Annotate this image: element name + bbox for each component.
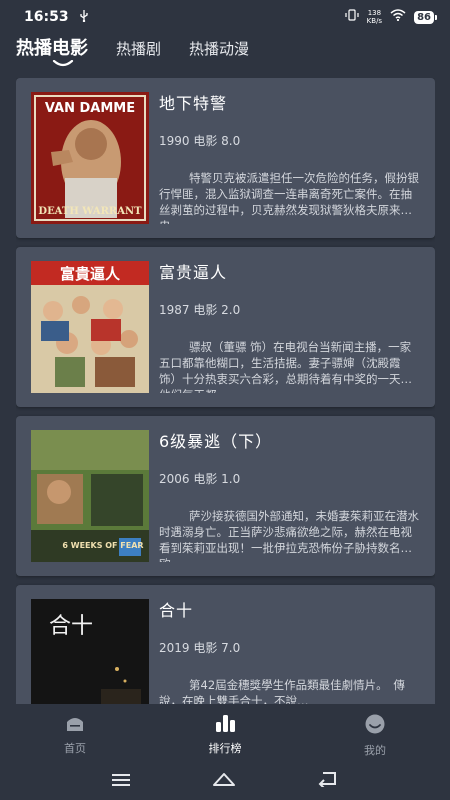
poster-text: 富貴逼人 [60, 265, 121, 283]
nav-label: 我的 [364, 744, 386, 757]
tab-hot-series[interactable]: 热播剧 [116, 36, 161, 62]
movie-title: 6级暴逃（下） [159, 432, 273, 451]
nav-profile[interactable]: 我的 [300, 704, 450, 762]
net-speed-value: 138 [367, 9, 382, 17]
category-tabs: 热播电影 热播剧 热播动漫 [0, 36, 450, 72]
tab-label: 热播动漫 [189, 40, 250, 58]
usb-icon [79, 9, 89, 25]
back-icon[interactable] [317, 771, 339, 791]
net-speed: 138 KB/s [367, 9, 382, 25]
movie-poster: 6 WEEKS OF FEAR [31, 430, 149, 562]
vibrate-icon [345, 9, 359, 25]
tab-label: 热播剧 [116, 40, 162, 58]
menu-icon[interactable] [111, 772, 131, 791]
movie-poster: 合十 [31, 599, 149, 706]
movie-title: 地下特警 [159, 94, 228, 113]
tab-active-indicator [52, 60, 74, 67]
nav-home[interactable]: 首页 [0, 704, 150, 762]
movie-card[interactable]: 合十 合十 2019 电影 7.0 第42屆金穗獎學生作品類最佳劇情片。 傳說，… [16, 585, 435, 706]
home-icon [64, 714, 86, 736]
profile-icon [364, 714, 386, 738]
movie-card[interactable]: VAN DAMME DEATH WARRANT 地下特警 1990 电影 8.0… [16, 78, 435, 238]
poster-text: VAN DAMME [45, 101, 135, 116]
home-button-icon[interactable] [212, 771, 236, 791]
bottom-nav: 首页 排行榜 我的 [0, 704, 450, 762]
movie-title: 合十 [159, 601, 194, 620]
movie-card[interactable]: 6 WEEKS OF FEAR 6级暴逃（下） 2006 电影 1.0 萨沙接获… [16, 416, 435, 576]
battery-icon: 86 [414, 10, 437, 24]
movie-description: 第42屆金穗獎學生作品類最佳劇情片。 傳說，在晚上雙手合十，不說… [159, 678, 405, 706]
tab-hot-movies[interactable]: 热播电影 [16, 36, 88, 67]
movie-meta: 1990 电影 8.0 [159, 134, 241, 148]
movie-meta: 2019 电影 7.0 [159, 641, 241, 655]
poster-text: 合十 [49, 614, 93, 639]
poster-text: 6 WEEKS OF FEAR [62, 541, 143, 550]
movie-poster: 富貴逼人 [31, 261, 149, 393]
status-bar: 16:53 138 KB/s 86 [0, 0, 450, 34]
movie-list[interactable]: VAN DAMME DEATH WARRANT 地下特警 1990 电影 8.0… [16, 78, 435, 706]
movie-meta: 2006 电影 1.0 [159, 472, 241, 486]
tab-hot-anime[interactable]: 热播动漫 [189, 36, 249, 62]
wifi-icon [390, 9, 406, 25]
tab-label: 热播电影 [16, 38, 88, 59]
system-nav-bar [0, 762, 450, 800]
nav-label: 首页 [64, 742, 86, 755]
net-speed-unit: KB/s [366, 17, 383, 25]
movie-description: 萨沙接获德国外部通知，未婚妻茱莉亚在潜水时遇溺身亡。正当萨沙悲痛欲绝之际，赫然在… [159, 509, 419, 562]
movie-poster: VAN DAMME DEATH WARRANT [31, 92, 149, 224]
status-time: 16:53 [24, 9, 69, 25]
ranking-icon [214, 714, 236, 736]
movie-card[interactable]: 富貴逼人 富贵逼人 1987 电影 2.0 骠叔（董骠 饰）在电视台当新闻主播，… [16, 247, 435, 407]
poster-text: DEATH WARRANT [38, 206, 142, 217]
movie-meta: 1987 电影 2.0 [159, 303, 241, 317]
movie-title: 富贵逼人 [159, 263, 228, 282]
nav-ranking[interactable]: 排行榜 [150, 704, 300, 762]
movie-description: 骠叔（董骠 饰）在电视台当新闻主播，一家五口都靠他糊口，生活拮据。妻子骠婶（沈殿… [159, 340, 412, 393]
movie-description: 特警贝克被派遣担任一次危险的任务，假扮银行悍匪，混入监狱调查一连串离奇死亡案件。… [159, 171, 419, 224]
nav-label: 排行榜 [208, 742, 242, 755]
